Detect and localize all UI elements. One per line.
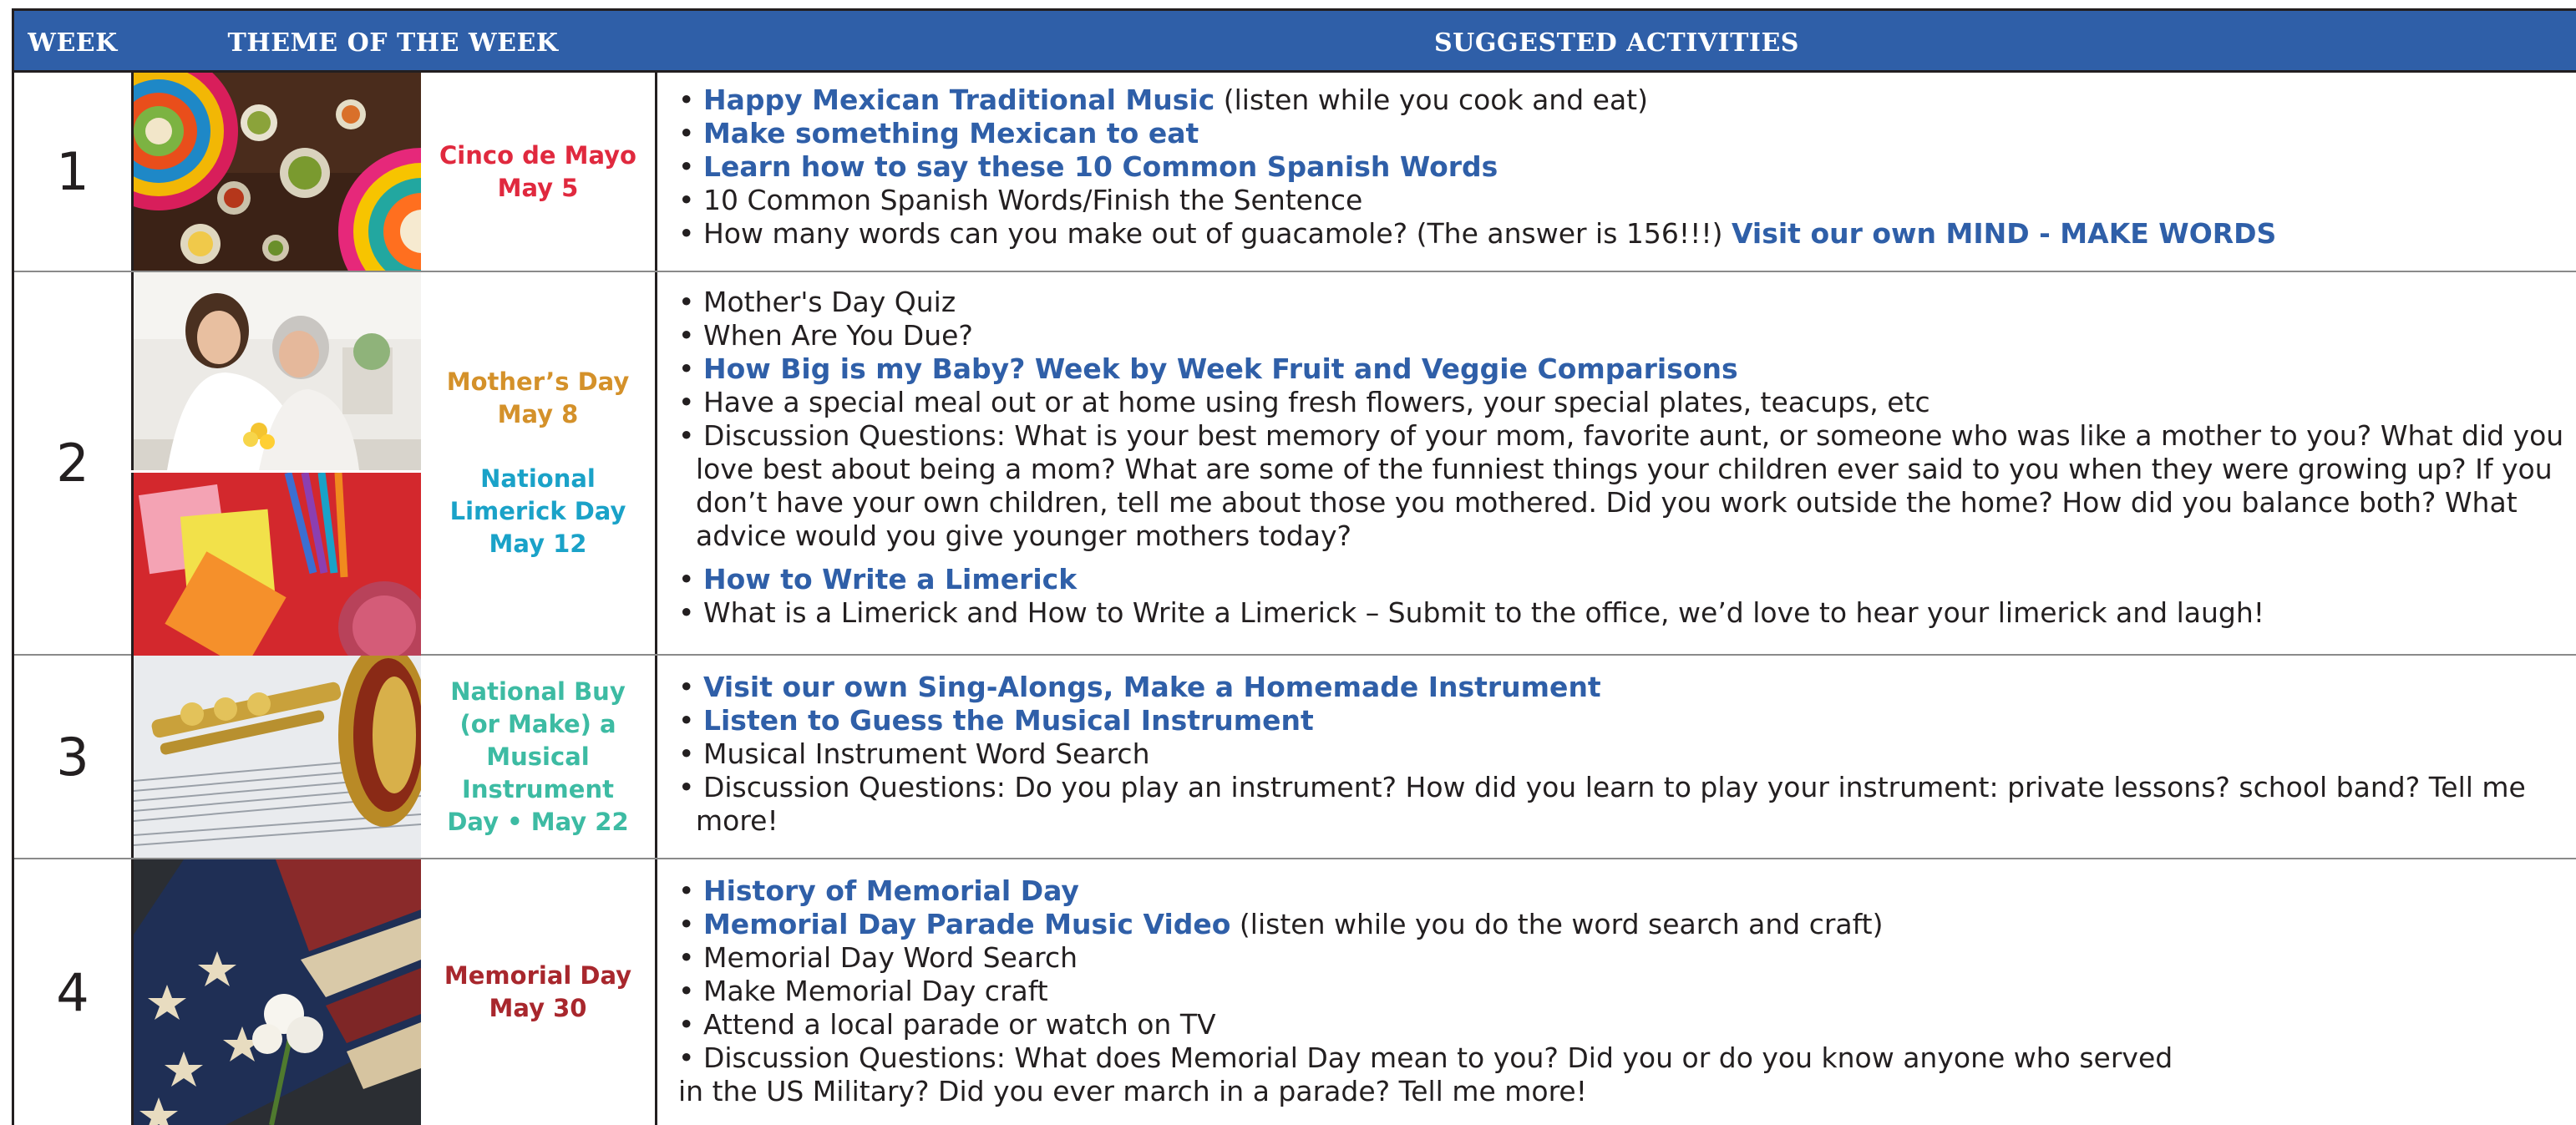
activity-link[interactable]: Visit our own MIND - MAKE WORDS <box>1732 217 2276 250</box>
list-item: • Mother's Day Quiz <box>678 286 956 318</box>
activity-link[interactable]: Learn how to say these 10 Common Spanish… <box>703 150 1498 183</box>
theme-title: Memorial Day <box>444 961 632 990</box>
table-row-week-3: 3 National Buy (or Make) a Musical Instr… <box>14 656 2576 859</box>
activities-list: • Visit our own Sing-Alongs, Make a Home… <box>678 671 2574 838</box>
theme-musical-instrument: National Buy (or Make) a Musical Instrum… <box>421 656 655 858</box>
list-item: • Make something Mexican to eat <box>678 117 1199 149</box>
list-item: • 10 Common Spanish Words/Finish the Sen… <box>678 184 1363 216</box>
list-item: • What is a Limerick and How to Write a … <box>678 596 2264 629</box>
table-row-week-2: 2 Mother’s Day May 8 National Limerick D… <box>14 272 2576 656</box>
table-header: WEEK THEME OF THE WEEK SUGGESTED ACTIVIT… <box>14 11 2576 73</box>
list-item: • History of Memorial Day <box>678 874 1079 907</box>
theme-title: Instrument <box>462 774 614 803</box>
theme-title: National <box>480 464 596 493</box>
list-item: • When Are You Due? <box>678 319 973 352</box>
list-item: • Musical Instrument Word Search <box>678 737 1150 770</box>
list-item: • Memorial Day Word Search <box>678 941 1078 974</box>
week-number: 3 <box>56 726 89 788</box>
week-number: 2 <box>56 433 89 494</box>
theme-date: May 30 <box>489 994 587 1022</box>
mother-daughter-hug-photo <box>131 272 421 470</box>
american-flag-carnation-photo <box>131 859 421 1125</box>
list-item: in the US Military? Did you ever march i… <box>678 1075 1587 1107</box>
activity-link[interactable]: Happy Mexican Traditional Music <box>703 84 1214 116</box>
list-item: • Have a special meal out or at home usi… <box>678 386 1930 418</box>
activity-link[interactable]: Listen to Guess the Musical Instrument <box>703 704 1314 737</box>
theme-title: Mother’s Day <box>446 367 630 396</box>
theme-title: Musical <box>486 742 590 771</box>
table-row-week-4: 4 Memorial Day May 30 • History of Memor… <box>14 859 2576 1125</box>
activities-list: • Mother's Day Quiz • When Are You Due? … <box>678 286 2574 630</box>
header-theme: THEME OF THE WEEK <box>227 28 559 58</box>
header-activities: SUGGESTED ACTIVITIES <box>1434 28 1799 58</box>
sticky-notes-pencils-photo <box>131 473 421 656</box>
theme-date: May 5 <box>497 173 579 202</box>
list-item: • Make Memorial Day craft <box>678 975 1048 1007</box>
theme-title: Cinco de Mayo <box>439 140 636 170</box>
colorful-sombreros-food-photo <box>131 73 421 271</box>
list-item: • Memorial Day Parade Music Video (liste… <box>678 908 1884 940</box>
list-item: • How Big is my Baby? Week by Week Fruit… <box>678 352 1738 385</box>
list-item: • Discussion Questions: Do you play an i… <box>678 771 2526 837</box>
column-divider <box>655 272 657 654</box>
activities-list: • History of Memorial Day • Memorial Day… <box>678 874 2574 1108</box>
list-item: • Listen to Guess the Musical Instrument <box>678 704 1314 737</box>
theme-date: May 8 <box>497 400 579 428</box>
theme-title: National Buy <box>450 677 626 706</box>
activity-link[interactable]: Memorial Day Parade Music Video <box>703 908 1230 940</box>
activity-link[interactable]: Visit our own Sing-Alongs, Make a Homema… <box>703 671 1601 703</box>
header-week: WEEK <box>28 28 118 58</box>
list-item: • Attend a local parade or watch on TV <box>678 1008 1216 1041</box>
list-item: • How to Write a Limerick <box>678 563 1078 595</box>
week-number: 4 <box>56 961 89 1023</box>
list-item: • Discussion Questions: What does Memori… <box>678 1041 2173 1074</box>
trumpet-sheet-music-photo <box>131 656 421 858</box>
column-divider <box>655 656 657 858</box>
theme-mothers-limerick: Mother’s Day May 8 National Limerick Day… <box>421 272 655 654</box>
theme-title: Limerick Day <box>449 497 626 525</box>
list-item: • Happy Mexican Traditional Music (liste… <box>678 84 1649 116</box>
theme-date: May 12 <box>489 530 587 558</box>
theme-date: Day • May 22 <box>447 807 629 836</box>
theme-title: (or Make) a <box>459 709 616 738</box>
list-item: • Discussion Questions: What is your bes… <box>678 419 2564 552</box>
theme-cinco-de-mayo: Cinco de Mayo May 5 <box>421 73 655 271</box>
week-number: 1 <box>56 141 89 202</box>
column-divider <box>655 73 657 271</box>
list-item: • How many words can you make out of gua… <box>678 217 2277 250</box>
theme-memorial-day: Memorial Day May 30 <box>421 859 655 1125</box>
table-row-week-1: 1 Cinco de Mayo May 5 • Happy Mexican Tr… <box>14 73 2576 272</box>
list-item: • Learn how to say these 10 Common Spani… <box>678 150 1498 183</box>
activity-link[interactable]: How to Write a Limerick <box>703 563 1077 595</box>
activity-link[interactable]: How Big is my Baby? Week by Week Fruit a… <box>703 352 1738 385</box>
activity-link[interactable]: History of Memorial Day <box>703 874 1079 907</box>
column-divider <box>655 859 657 1125</box>
list-item: • Visit our own Sing-Alongs, Make a Home… <box>678 671 1601 703</box>
activity-link[interactable]: Make something Mexican to eat <box>703 117 1199 149</box>
activities-list: • Happy Mexican Traditional Music (liste… <box>678 84 2574 251</box>
